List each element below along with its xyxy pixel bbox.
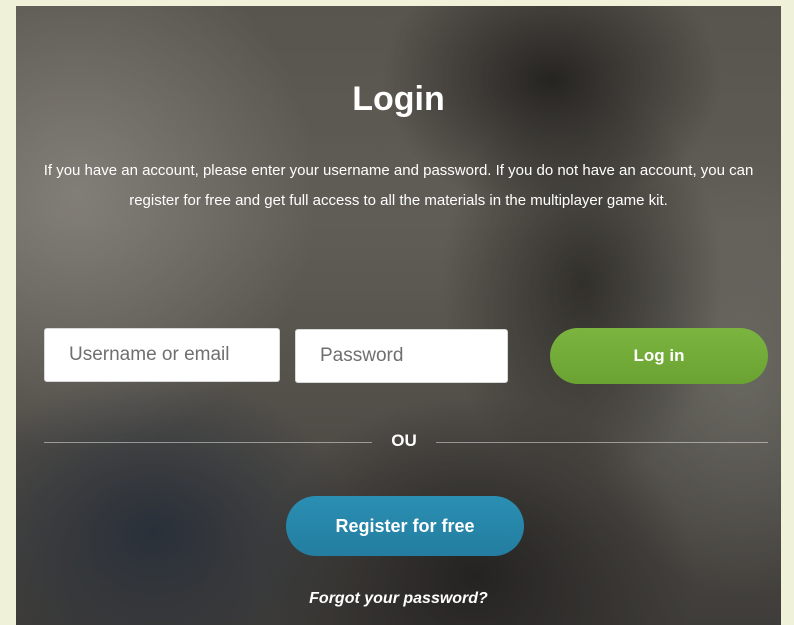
- login-description: If you have an account, please enter you…: [43, 162, 754, 209]
- divider-line-right: [436, 442, 768, 443]
- register-button[interactable]: Register for free: [286, 496, 524, 556]
- login-button[interactable]: Log in: [550, 328, 768, 384]
- password-input[interactable]: [295, 329, 508, 383]
- forgot-password-link[interactable]: Forgot your password?: [16, 590, 781, 608]
- login-panel: Login If you have an account, please ent…: [16, 6, 781, 625]
- divider-text: OU: [391, 431, 417, 450]
- divider-line-left: [44, 442, 372, 443]
- username-input[interactable]: [44, 328, 280, 382]
- page-title: Login: [352, 80, 445, 118]
